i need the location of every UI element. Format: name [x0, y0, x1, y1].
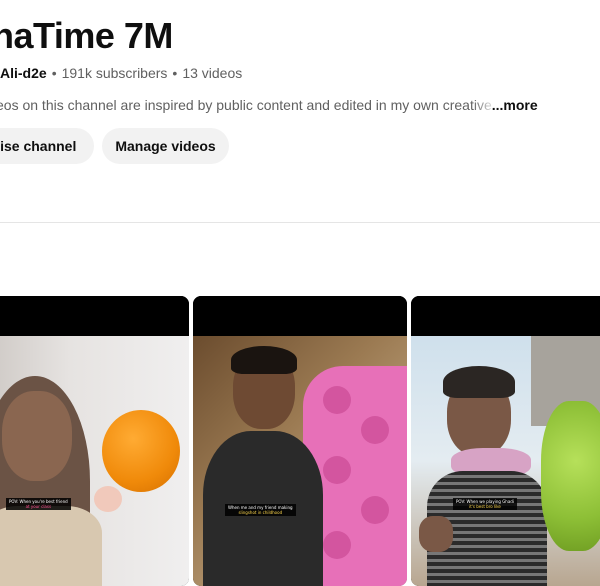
short-caption-3: POV: When we playing Ghadi it's best bro…	[453, 498, 517, 510]
short-thumbnail-1: POV: When you're best friend at your cla…	[0, 336, 189, 586]
more-link[interactable]: ...more	[492, 97, 538, 113]
tabs-divider	[0, 222, 600, 223]
mold-cavity	[323, 456, 351, 484]
short-card-3[interactable]: POV: When we playing Ghadi it's best bro…	[411, 296, 600, 586]
customise-channel-button[interactable]: mise channel	[0, 128, 94, 164]
thumbnail-top-band	[0, 296, 189, 336]
mold-cavity	[323, 531, 351, 559]
person-hair	[231, 346, 297, 374]
toy-figure	[94, 486, 122, 512]
mold-cavity	[323, 386, 351, 414]
thumbnail-top-band	[411, 296, 600, 336]
meta-separator: •	[172, 65, 178, 81]
manage-videos-button[interactable]: Manage videos	[102, 128, 229, 164]
channel-handle[interactable]: Ali-d2e	[0, 65, 47, 81]
channel-description[interactable]: eos on this channel are inspired by publ…	[0, 96, 596, 114]
mold-cavity	[361, 416, 389, 444]
grapes	[541, 401, 600, 551]
description-fade-text: creative	[442, 97, 492, 113]
short-card-1[interactable]: POV: When you're best friend at your cla…	[0, 296, 189, 586]
short-caption-1: POV: When you're best friend at your cla…	[6, 498, 71, 510]
channel-title: naTime 7M	[0, 15, 173, 56]
person-face	[2, 391, 72, 481]
thumbnail-top-band	[193, 296, 407, 336]
description-text: eos on this channel are inspired by publ…	[0, 97, 443, 113]
short-thumbnail-2: When me and my friend making slingshot i…	[193, 336, 407, 586]
video-count: 13 videos	[182, 65, 243, 81]
short-thumbnail-3: POV: When we playing Ghadi it's best bro…	[411, 336, 600, 586]
mold-cavity	[361, 496, 389, 524]
subscriber-count: 191k subscribers	[61, 65, 168, 81]
orange-fruit	[102, 410, 180, 492]
person-hand	[419, 516, 453, 552]
meta-separator: •	[51, 65, 57, 81]
person-shirt	[0, 506, 102, 586]
short-caption-2: When me and my friend making slingshot i…	[225, 504, 296, 516]
person-hair	[443, 366, 515, 398]
short-card-2[interactable]: When me and my friend making slingshot i…	[193, 296, 407, 586]
channel-meta: Ali-d2e • 191k subscribers • 13 videos	[0, 64, 242, 82]
